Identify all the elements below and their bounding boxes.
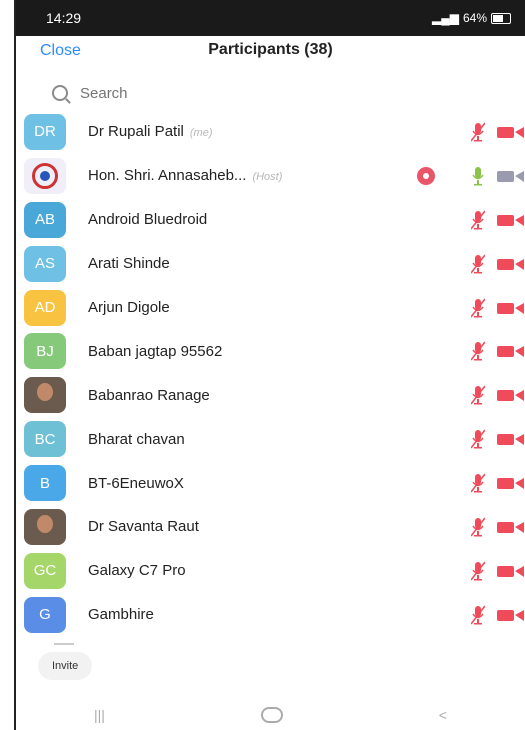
avatar: AS [24, 245, 66, 282]
participant-name-text: Hon. Shri. Annasaheb... [88, 167, 247, 185]
avatar: AD [24, 289, 66, 326]
video-off-icon[interactable] [497, 169, 525, 183]
mic-muted-icon[interactable] [470, 254, 486, 274]
participant-name: Babanrao Ranage [88, 387, 210, 404]
participant-name: Arati Shinde [88, 255, 170, 272]
mic-muted-icon[interactable] [470, 517, 486, 537]
avatar [24, 377, 66, 414]
participant-name-text: Dr Rupali Patil [88, 123, 184, 141]
participant-name: Arjun Digole [88, 299, 170, 316]
video-off-icon[interactable] [497, 257, 525, 271]
participant-name-text: BT-6EneuwoX [88, 474, 184, 492]
participant-row[interactable]: BJ Baban jagtap 95562 [16, 329, 525, 373]
participant-name-text: Arjun Digole [88, 299, 170, 316]
participant-name-text: Babanrao Ranage [88, 386, 210, 404]
participant-name: Android Bluedroid [88, 211, 207, 228]
participant-row[interactable]: Babanrao Ranage [16, 373, 525, 417]
mic-muted-icon[interactable] [470, 385, 486, 405]
battery-percent: 64% [462, 11, 487, 25]
avatar: DR [24, 113, 66, 150]
participant-row[interactable]: GC Galaxy C7 Pro [16, 549, 525, 593]
mic-muted-icon[interactable] [470, 429, 486, 449]
status-time: 14:29 [46, 10, 82, 26]
home-button[interactable] [260, 707, 283, 723]
mic-muted-icon[interactable] [470, 341, 486, 361]
avatar: BJ [24, 333, 66, 370]
participant-name: Hon. Shri. Annasaheb... (Host) [88, 167, 282, 184]
avatar: GC [24, 552, 66, 589]
video-off-icon[interactable] [497, 301, 525, 315]
mic-muted-icon[interactable] [470, 561, 486, 581]
video-off-icon[interactable] [497, 564, 525, 578]
back-button[interactable]: < [439, 707, 447, 723]
mic-on-icon[interactable] [471, 166, 485, 186]
video-off-icon[interactable] [497, 388, 525, 402]
avatar [24, 157, 66, 194]
participant-name: BT-6EneuwoX [88, 475, 184, 492]
participant-name: Dr Rupali Patil (me) [88, 123, 212, 140]
video-off-icon[interactable] [497, 608, 525, 622]
participant-row[interactable]: BC Bharat chavan [16, 417, 525, 461]
mic-muted-icon[interactable] [470, 473, 486, 493]
participant-row[interactable]: Dr Savanta Raut [16, 505, 525, 549]
signal-icon: ▂▄▆ [432, 11, 459, 25]
participant-role-tag: (Host) [252, 171, 283, 184]
video-off-icon[interactable] [497, 476, 525, 490]
android-nav-bar: ||| < [16, 700, 525, 730]
search-icon [52, 85, 68, 101]
zoom-participants-screen: 14:29 ▂▄▆ 64% Close Participants (38) DR… [14, 0, 525, 730]
participant-name-text: Gambhire [88, 606, 154, 624]
participant-name: Galaxy C7 Pro [88, 562, 186, 579]
participant-name-text: Arati Shinde [88, 255, 170, 273]
video-off-icon[interactable] [497, 344, 525, 358]
mic-muted-icon[interactable] [470, 605, 486, 625]
participant-row[interactable]: AS Arati Shinde [16, 242, 525, 286]
avatar: G [24, 596, 66, 633]
search-bar[interactable] [36, 76, 505, 110]
battery-icon [491, 12, 511, 24]
participant-row[interactable]: DR Dr Rupali Patil (me) [16, 110, 525, 154]
participant-row[interactable]: B BT-6EneuwoX [16, 461, 525, 505]
avatar: B [24, 465, 66, 502]
avatar: AB [24, 201, 66, 238]
recents-button[interactable]: ||| [94, 707, 105, 723]
page-title: Participants (38) [208, 41, 333, 58]
participant-name: Baban jagtap 95562 [88, 343, 222, 360]
participant-list: DR Dr Rupali Patil (me) Hon. Shri. Annasahe… [16, 110, 525, 637]
mic-muted-icon[interactable] [470, 122, 486, 142]
participant-name-text: Android Bluedroid [88, 211, 208, 229]
participant-row[interactable]: G Gambhire [16, 593, 525, 637]
participant-row[interactable]: AB Android Bluedroid [16, 198, 525, 242]
status-icons: ▂▄▆ 64% [432, 11, 511, 25]
video-off-icon[interactable] [497, 125, 525, 139]
participant-name-text: Bharat chavan [88, 430, 185, 448]
participant-name: Bharat chavan [88, 431, 185, 448]
video-off-icon[interactable] [497, 213, 525, 227]
status-bar: 14:29 ▂▄▆ 64% [16, 0, 525, 36]
divider [54, 643, 74, 645]
participant-name-text: Dr Savanta Raut [88, 518, 199, 536]
video-off-icon[interactable] [497, 520, 525, 534]
participant-name-text: Baban jagtap 95562 [88, 342, 223, 360]
mic-muted-icon[interactable] [470, 210, 486, 230]
participant-row[interactable]: AD Arjun Digole [16, 286, 525, 330]
participant-row[interactable]: Hon. Shri. Annasaheb... (Host) [16, 154, 525, 198]
video-off-icon[interactable] [497, 432, 525, 446]
participant-name: Dr Savanta Raut [88, 518, 199, 535]
mic-muted-icon[interactable] [470, 298, 486, 318]
participant-role-tag: (me) [189, 127, 213, 140]
avatar: BC [24, 421, 66, 458]
participant-name: Gambhire [88, 606, 154, 623]
search-input[interactable] [78, 83, 382, 103]
participant-name-text: Galaxy C7 Pro [88, 562, 186, 580]
recording-icon [417, 166, 435, 185]
avatar [24, 508, 66, 545]
invite-button[interactable]: Invite [38, 652, 93, 680]
participants-header: Close Participants (38) [16, 36, 525, 68]
